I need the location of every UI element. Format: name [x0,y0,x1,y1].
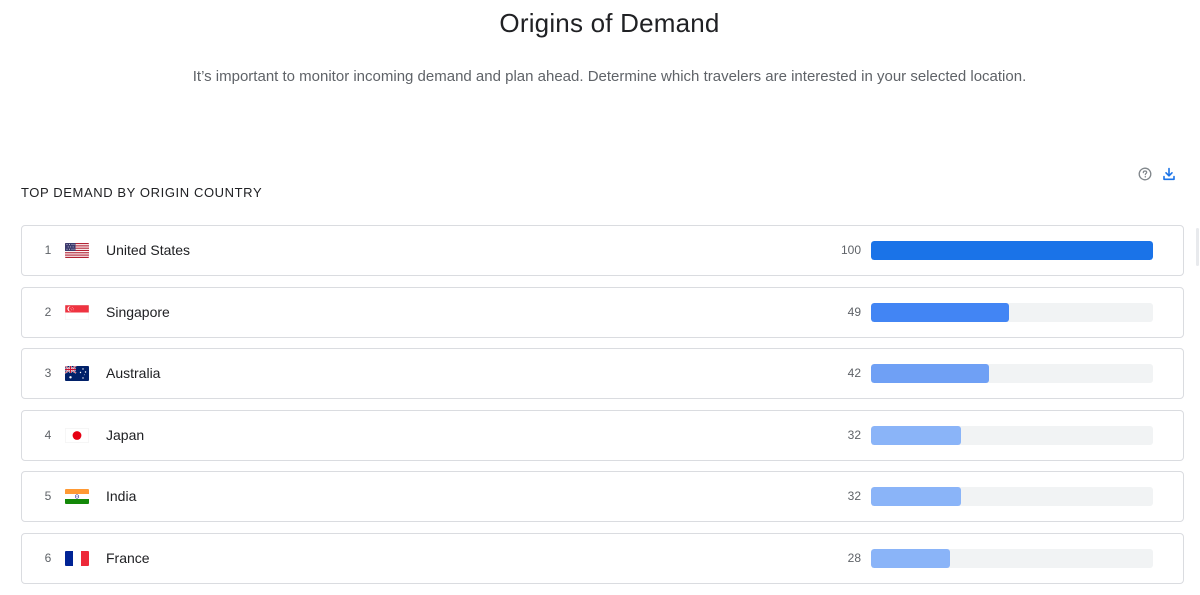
row-value-label: 49 [847,304,861,319]
row-country: Australia [106,365,161,382]
us-flag-icon [65,243,89,258]
bar [871,548,950,568]
row-rank: 5 [44,489,52,504]
bar [871,241,1153,260]
page: Origins of Demand It’s important to moni… [0,0,1200,595]
jp-flag-icon [65,427,89,443]
bar-track [871,487,1153,507]
row-value-label: 32 [847,427,861,442]
row-value-label: 100 [840,243,861,257]
bar-track [871,548,1153,568]
demand-row[interactable]: 1 United States 100 [21,225,1184,276]
row-country: Singapore [106,303,170,320]
au-flag-icon [65,366,89,382]
row-value-label: 28 [847,550,861,565]
demand-row[interactable]: 2 Singapore 49 [21,286,1184,338]
section-tools [1137,166,1177,182]
row-rank: 4 [44,427,52,442]
bar-track [871,425,1153,445]
row-value-label: 42 [847,366,861,381]
page-subtitle: It’s important to monitor incoming deman… [192,68,1027,85]
row-rank: 3 [44,366,52,381]
download-icon[interactable] [1161,166,1177,182]
demand-row[interactable]: 4 Japan 32 [21,409,1184,461]
help-circle-icon[interactable] [1137,166,1153,182]
bar-track [871,241,1153,260]
demand-list: 1 United States 100 2 Singapore 49 3 Aus… [21,225,1184,595]
demand-row[interactable]: 6 France 28 [21,532,1184,584]
sg-flag-icon [65,304,89,320]
row-country: India [106,488,137,505]
row-value-label: 32 [847,489,861,504]
bar [871,487,962,507]
bar [871,302,1010,322]
row-rank: 6 [44,550,52,565]
row-rank: 2 [44,304,52,319]
row-country: United States [106,242,191,258]
demand-row[interactable]: 5 India 32 [21,471,1184,523]
bar-track [871,364,1153,384]
bar [871,425,962,445]
row-country: France [106,549,150,566]
row-rank: 1 [44,243,52,257]
in-flag-icon [65,489,89,505]
row-country: Japan [106,426,145,443]
scrollbar[interactable] [1196,228,1199,266]
fr-flag-icon [65,550,89,566]
bar [871,364,990,384]
demand-row[interactable]: 3 Australia 42 [21,348,1184,400]
bar-track [871,302,1153,322]
section-title: TOP DEMAND BY ORIGIN COUNTRY [21,185,263,200]
page-title: Origins of Demand [499,8,720,38]
